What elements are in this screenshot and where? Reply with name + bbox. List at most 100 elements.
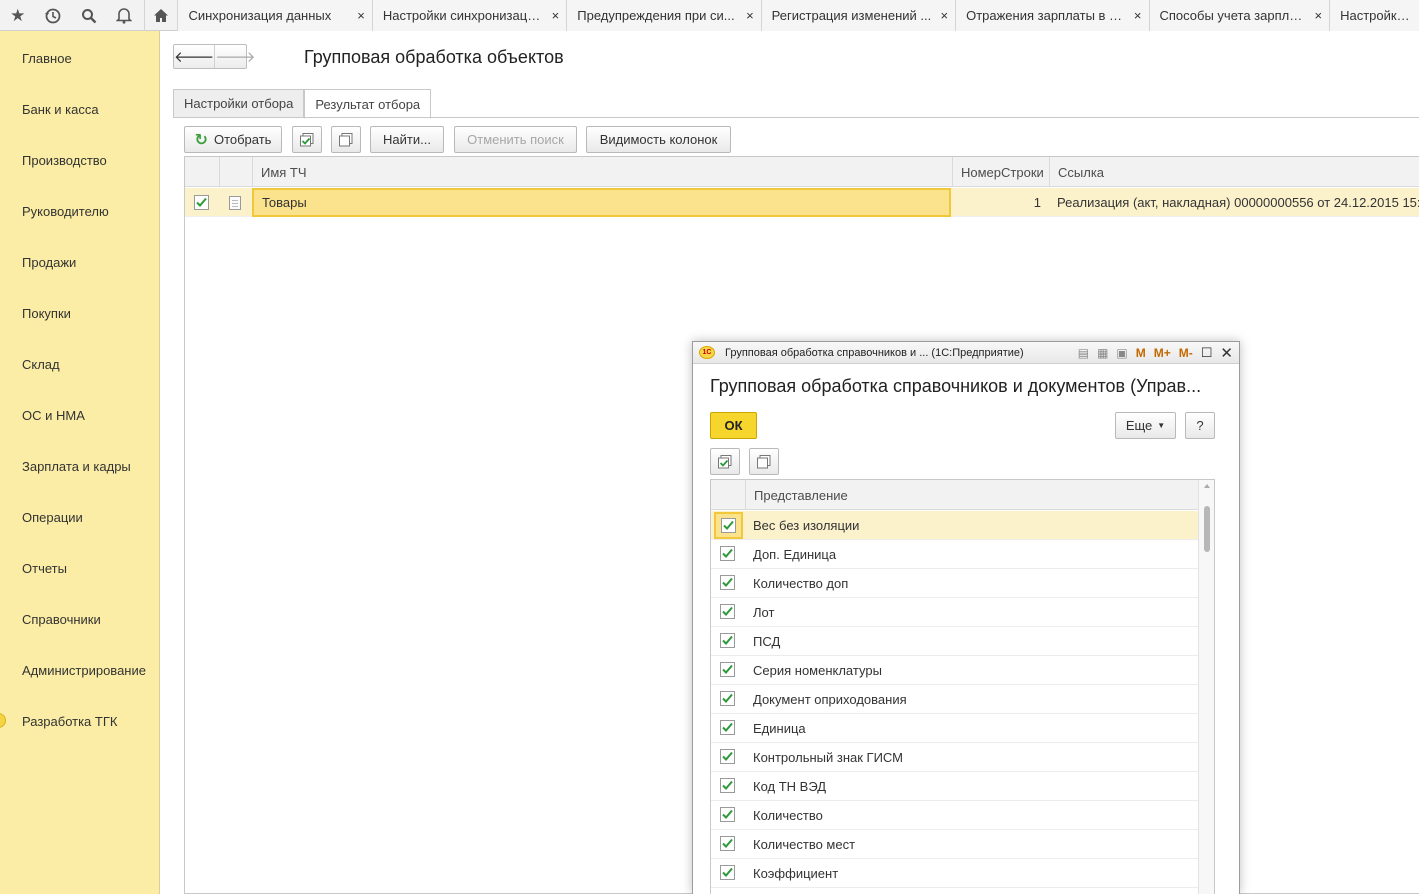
close-icon[interactable]: × [746,8,754,23]
maximize-icon[interactable]: ☐ [1201,345,1213,361]
list-item-checkbox-cell[interactable] [720,662,735,679]
list-item-checkbox[interactable] [720,662,735,677]
vertical-scrollbar[interactable] [1198,480,1214,894]
sidebar-item-catalogs[interactable]: Справочники [22,612,101,627]
memory-plus-button[interactable]: М+ [1154,346,1171,360]
list-item-checkbox-cell[interactable] [720,575,735,592]
list-item[interactable]: Количество доп [711,569,1200,598]
header-link-col[interactable]: Ссылка [1049,157,1419,187]
close-icon[interactable]: × [357,8,365,23]
row-checkbox[interactable] [194,195,209,210]
tab-salary-reflection[interactable]: Отражения зарплаты в б... × [955,0,1149,31]
tab-sync-warnings[interactable]: Предупреждения при си... × [566,0,761,31]
dialog-check-all-button[interactable] [710,448,740,475]
list-item-checkbox[interactable] [720,575,735,590]
table-row[interactable]: Товары 1 Реализация (акт, накладная) 000… [185,188,1419,217]
list-item[interactable]: ПСД [711,627,1200,656]
close-icon[interactable]: × [552,8,560,23]
row-line-number-cell[interactable]: 1 [952,188,1049,217]
dialog-uncheck-all-button[interactable] [749,448,779,475]
list-item-checkbox[interactable] [720,691,735,706]
list-item-checkbox-cell[interactable] [720,836,735,853]
check-all-button[interactable] [292,126,322,153]
sidebar-item-tgk-dev[interactable]: Разработка ТГК [22,714,117,729]
tab-sync-settings[interactable]: Настройки синхронизаци... × [371,0,567,31]
list-item-checkbox-cell[interactable] [720,807,735,824]
sidebar-item-warehouse[interactable]: Склад [22,357,60,372]
tab-salary-methods[interactable]: Способы учета зарплаты × [1148,0,1330,31]
tab-field-settings[interactable]: Настройки пол [1329,0,1419,31]
tab-filter-settings[interactable]: Настройки отбора [173,89,305,118]
list-item[interactable]: Вес без изоляции [711,511,1200,540]
print-icon[interactable]: ▤ [1078,346,1089,360]
list-item-checkbox[interactable] [721,518,736,533]
list-item-checkbox[interactable] [720,778,735,793]
sidebar-item-manager[interactable]: Руководителю [22,204,109,219]
list-item-checkbox[interactable] [720,836,735,851]
list-item[interactable]: Лот [711,598,1200,627]
tab-sync-data[interactable]: Синхронизация данных × [177,0,372,31]
header-representation[interactable]: Представление [745,480,1200,510]
help-button[interactable]: ? [1185,412,1215,439]
list-item-checkbox-cell[interactable] [720,691,735,708]
row-name-cell[interactable]: Товары [252,188,951,217]
close-icon[interactable]: × [940,8,948,23]
find-button[interactable]: Найти... [370,126,444,153]
list-item[interactable]: Документ оприходования [711,685,1200,714]
list-item-checkbox[interactable] [720,604,735,619]
list-item[interactable]: Серия номенклатуры [711,656,1200,685]
calendar-icon[interactable]: ▣ [1116,346,1127,360]
list-item-checkbox-cell[interactable] [714,512,743,539]
forward-arrow-icon[interactable]: 🡒 [214,45,255,68]
calculator-icon[interactable]: ▦ [1097,346,1108,360]
sidebar-item-salary[interactable]: Зарплата и кадры [22,459,131,474]
memory-button[interactable]: М [1136,346,1146,360]
history-icon[interactable] [35,0,70,31]
list-item[interactable]: Код ТН ВЭД [711,772,1200,801]
list-item[interactable]: Единица [711,714,1200,743]
list-item-checkbox-cell[interactable] [720,778,735,795]
uncheck-all-button[interactable] [331,126,361,153]
sidebar-item-bank[interactable]: Банк и касса [22,102,99,117]
scroll-up-icon[interactable] [1204,484,1210,488]
list-item[interactable]: Доп. Единица [711,540,1200,569]
more-button[interactable]: Еще ▼ [1115,412,1176,439]
tab-filter-result[interactable]: Результат отбора [304,89,432,119]
list-item-checkbox[interactable] [720,807,735,822]
list-item-checkbox-cell[interactable] [720,865,735,882]
list-item[interactable]: Коэффициент [711,859,1200,888]
list-item-checkbox-cell[interactable] [720,546,735,563]
list-item-checkbox[interactable] [720,720,735,735]
close-icon[interactable]: ✕ [1220,344,1233,362]
list-item[interactable]: Контрольный знак ГИСМ [711,743,1200,772]
tab-change-registration[interactable]: Регистрация изменений ... × [760,0,956,31]
row-link-cell[interactable]: Реализация (акт, накладная) 00000000556 … [1049,188,1419,217]
memory-minus-button[interactable]: М- [1179,346,1193,360]
header-line-number-col[interactable]: НомерСтроки [952,157,1049,187]
sidebar-item-assets[interactable]: ОС и НМА [22,408,85,423]
list-item[interactable]: Количество мест [711,830,1200,859]
list-item-checkbox[interactable] [720,546,735,561]
ok-button[interactable]: ОК [710,412,757,439]
sidebar-item-operations[interactable]: Операции [22,510,83,525]
sidebar-item-main[interactable]: Главное [22,51,72,66]
select-button[interactable]: ↻ Отобрать [184,126,282,153]
cancel-search-button[interactable]: Отменить поиск [454,126,577,153]
list-item[interactable]: Количество [711,801,1200,830]
list-item-checkbox-cell[interactable] [720,604,735,621]
bell-icon[interactable] [106,0,141,31]
list-item-checkbox[interactable] [720,865,735,880]
sidebar-item-sales[interactable]: Продажи [22,255,76,270]
list-item-checkbox-cell[interactable] [720,633,735,650]
close-icon[interactable]: × [1315,8,1323,23]
header-name-col[interactable]: Имя ТЧ [252,157,952,187]
sidebar-item-purchases[interactable]: Покупки [22,306,71,321]
sidebar-item-administration[interactable]: Администрирование [22,663,146,678]
close-icon[interactable]: × [1134,8,1142,23]
list-item-checkbox-cell[interactable] [720,720,735,737]
list-item-checkbox[interactable] [720,633,735,648]
scrollbar-thumb[interactable] [1204,506,1210,552]
back-arrow-icon[interactable]: 🡐 [174,45,214,68]
list-item-checkbox[interactable] [720,749,735,764]
search-icon[interactable] [71,0,106,31]
